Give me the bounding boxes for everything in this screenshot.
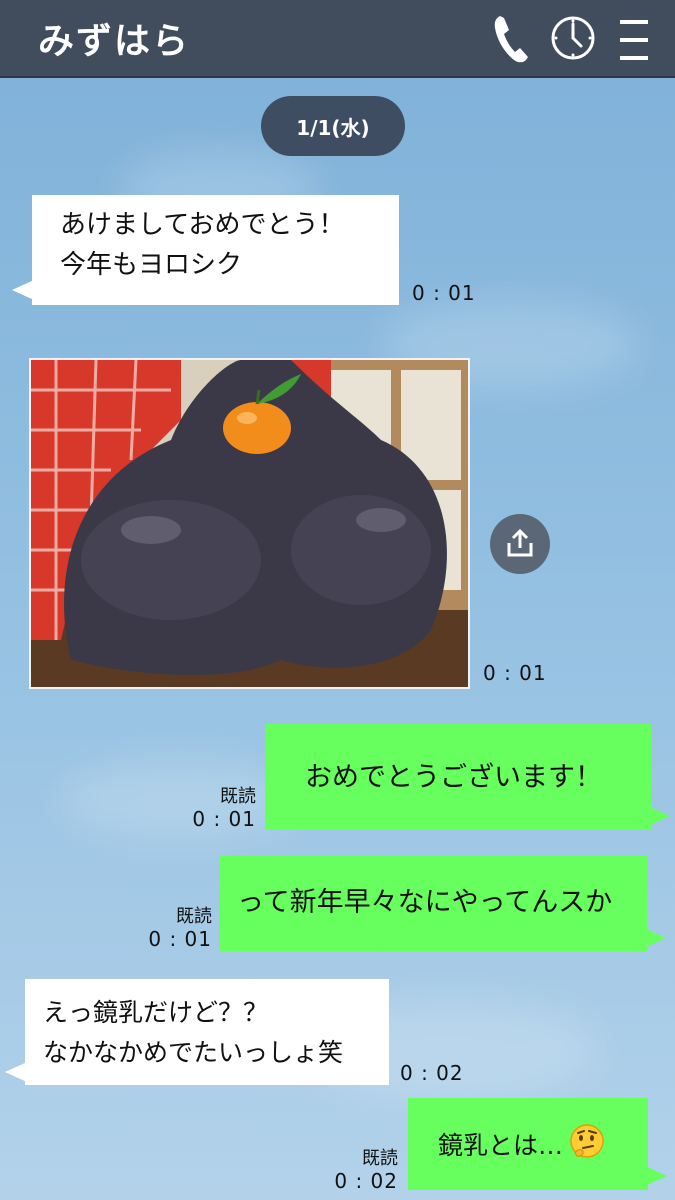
bubble-tail [12,280,34,300]
bubble-tail [645,1166,667,1186]
bubble-tail [5,1062,27,1082]
bubble-tail [644,928,666,948]
message-meta: 既読 0 : 01 [146,906,212,950]
menu-icon[interactable] [610,10,662,66]
message-time: 0 : 02 [400,1061,464,1085]
message-line: 今年もヨロシク [60,250,243,280]
chat-title: みずはら [38,21,191,62]
message-time: 0 : 01 [192,807,256,831]
read-receipt: 既読 [220,786,256,807]
phone-icon[interactable] [486,10,538,66]
message-time: 0 : 01 [148,927,212,951]
message-time: 0 : 02 [334,1169,398,1193]
message-line: あけましておめでとう！ [60,210,345,240]
incoming-message-bubble[interactable]: あけましておめでとう！ 今年もヨロシク [32,195,399,305]
message-text: 鏡乳とは… [438,1131,564,1160]
thinking-face-icon [569,1123,605,1171]
message-line: えっ鏡乳だけど？？ [43,998,269,1027]
message-text: って新年早々なにやってんスか [237,887,613,918]
message-line: なかなかめでたいっしょ笑 [43,1038,344,1067]
outgoing-message-bubble[interactable]: って新年早々なにやってんスか [219,855,647,951]
message-meta: 既読 0 : 01 [190,786,256,830]
share-icon [507,528,533,557]
outgoing-message-bubble[interactable]: おめでとうございます！ [265,724,651,829]
chat-header: みずはら [0,0,675,78]
date-separator: 1/1(水) [261,96,405,156]
read-receipt: 既読 [362,1148,398,1169]
bubble-tail [648,806,670,826]
read-receipt: 既読 [176,906,212,927]
message-time: 0 : 01 [483,661,547,685]
message-meta: 既読 0 : 02 [332,1148,398,1192]
incoming-message-bubble[interactable]: えっ鏡乳だけど？？ なかなかめでたいっしょ笑 [25,979,389,1085]
clock-icon[interactable] [547,10,599,66]
shared-photo[interactable] [29,358,470,689]
message-time: 0 : 01 [412,281,476,305]
share-button[interactable] [490,514,550,574]
message-text: おめでとうございます！ [305,762,602,793]
outgoing-message-bubble[interactable]: 鏡乳とは… [408,1098,648,1190]
